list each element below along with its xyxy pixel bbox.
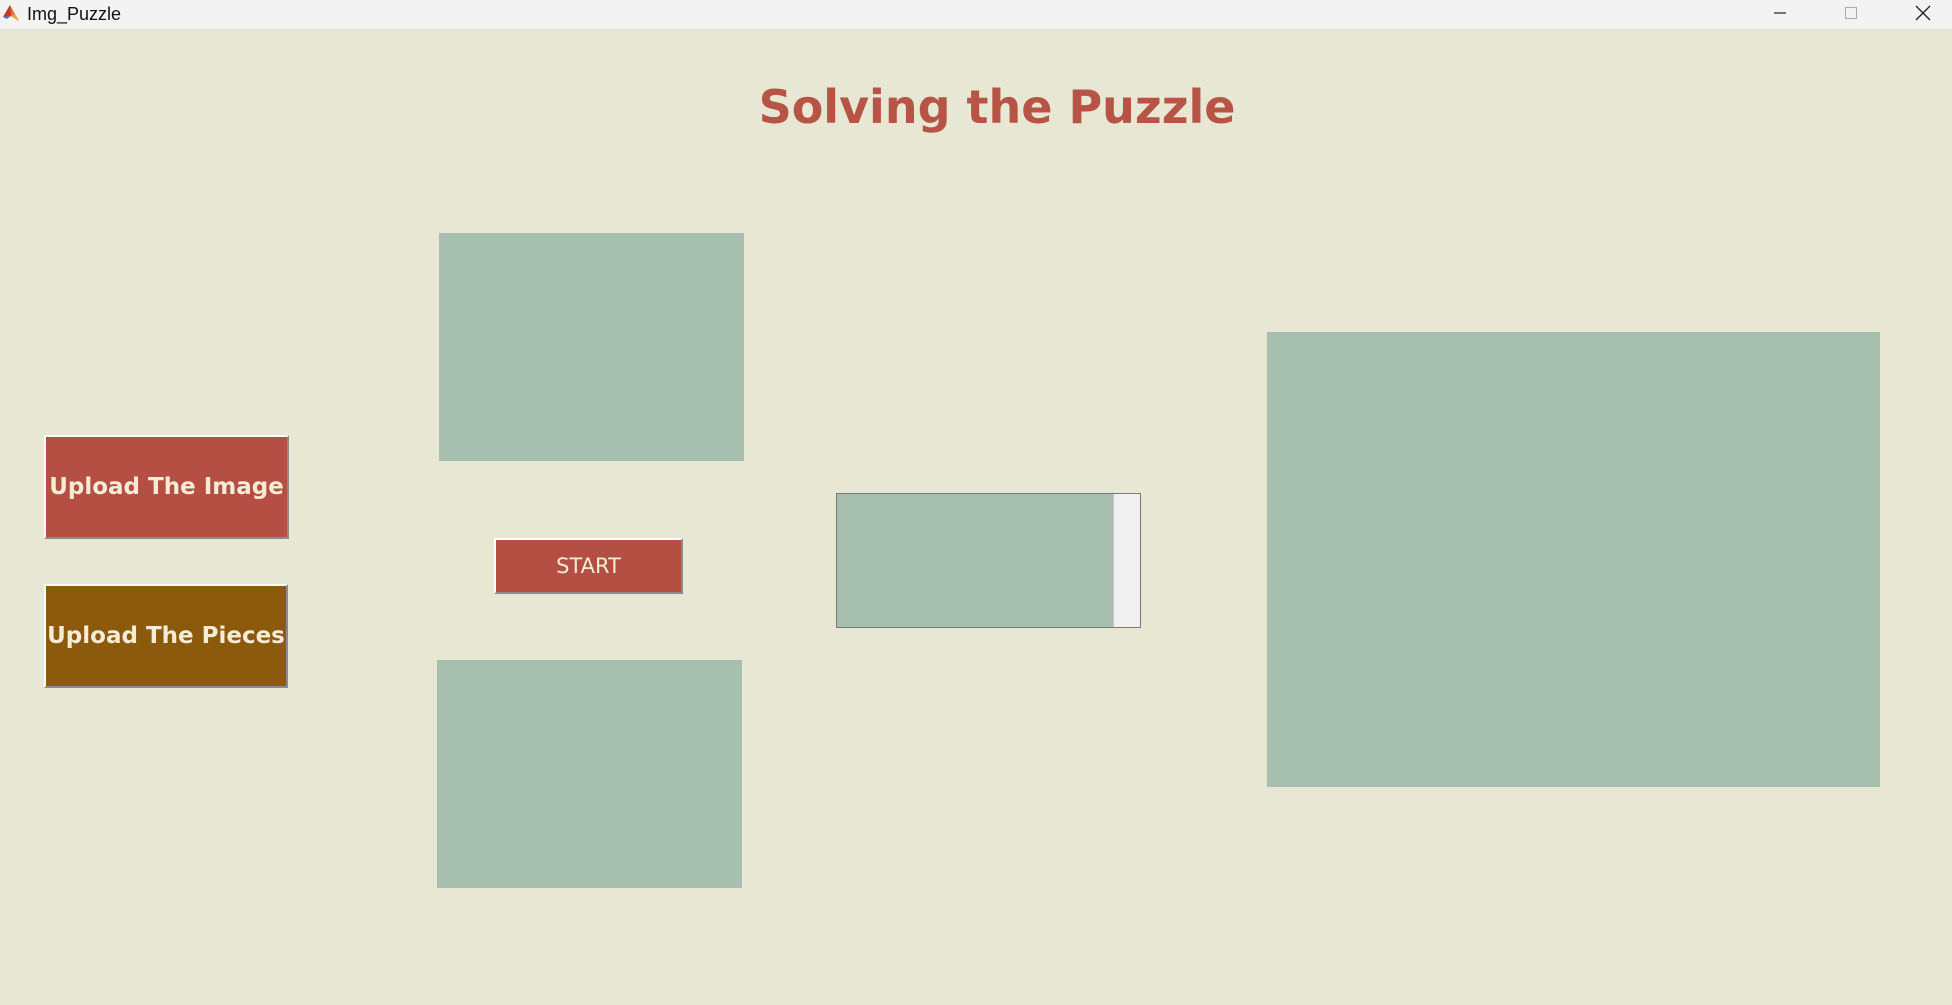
maximize-icon: [1844, 5, 1858, 24]
app-window: Img_Puzzle Solving the Puzzle Upload The…: [0, 0, 1952, 1005]
title-bar[interactable]: Img_Puzzle: [0, 0, 1952, 30]
pieces-image-panel: [437, 660, 742, 888]
start-button[interactable]: START: [494, 538, 683, 594]
page-title: Solving the Puzzle: [758, 80, 1236, 134]
original-image-panel: [439, 233, 744, 461]
minimize-button[interactable]: [1757, 0, 1803, 29]
window-title: Img_Puzzle: [27, 4, 122, 24]
close-icon: [1915, 5, 1931, 25]
maximize-button[interactable]: [1828, 0, 1874, 29]
result-image-panel: [1267, 332, 1880, 787]
upload-pieces-button[interactable]: Upload The Pieces: [44, 584, 288, 688]
listbox-scrollbar[interactable]: [1113, 494, 1140, 627]
upload-image-button[interactable]: Upload The Image: [44, 435, 289, 539]
pieces-listbox[interactable]: [836, 493, 1141, 628]
minimize-icon: [1773, 5, 1787, 24]
close-button[interactable]: [1900, 0, 1946, 29]
matlab-icon: [2, 3, 20, 23]
